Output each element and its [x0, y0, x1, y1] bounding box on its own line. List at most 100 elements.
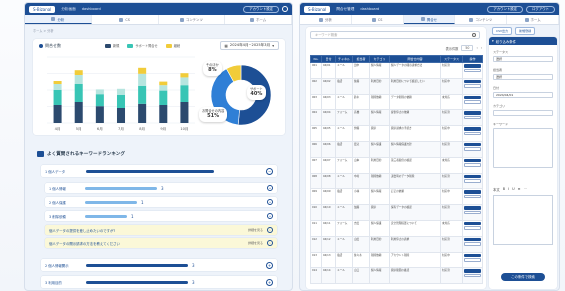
- bold-icon[interactable]: B: [503, 187, 505, 192]
- prev-page-icon[interactable]: ‹: [476, 46, 477, 50]
- edit-button[interactable]: 編集: [464, 273, 481, 278]
- column-header[interactable]: 担当者: [352, 55, 370, 63]
- detail-button[interactable]: 詳細: [464, 111, 481, 115]
- tab-inquiry[interactable]: 問合せ: [403, 15, 456, 24]
- top-nav-item[interactable]: dashboard: [360, 7, 379, 11]
- top-nav-item[interactable]: 分析画面: [61, 7, 75, 12]
- detail-button[interactable]: 詳細: [464, 269, 481, 273]
- logout-button[interactable]: ログアウト: [526, 5, 555, 13]
- edit-button[interactable]: 編集: [464, 210, 481, 215]
- table-row[interactable]: 00804/08メール中村削除依頼退会時のデータ削除対応済詳細編集: [310, 172, 483, 190]
- column-header[interactable]: チャネル: [335, 55, 353, 63]
- detail-button[interactable]: 詳細: [464, 253, 481, 258]
- table-row[interactable]: 01204/12メール山田利用目的利用停止の請求対応済詳細編集: [310, 235, 483, 253]
- edit-button[interactable]: 編集: [464, 163, 481, 167]
- table-row[interactable]: 01004/10メール加藤開示保有データの確認対応済詳細編集: [310, 204, 483, 221]
- tab-analysis[interactable]: 分析: [300, 15, 352, 24]
- edit-button[interactable]: 編集: [464, 68, 481, 72]
- keyword-field[interactable]: [493, 128, 553, 168]
- table-row[interactable]: 01404/14メール山口個人情報開示範囲の確認対応済詳細編集: [310, 267, 483, 285]
- edit-button[interactable]: 編集: [464, 147, 481, 151]
- edit-button[interactable]: 編集: [464, 226, 481, 230]
- page-size-select[interactable]: 50: [461, 45, 474, 51]
- table-row[interactable]: 00504/05メール伊藤開示開示請求の手続き対応中詳細編集: [310, 125, 483, 142]
- detail-button[interactable]: 詳細: [464, 237, 481, 242]
- tab-content[interactable]: コンテンツ: [159, 15, 226, 24]
- ranking-item[interactable]: 1 個人情報 3 +: [45, 183, 277, 193]
- app-logo[interactable]: S-Bizanal: [29, 5, 56, 13]
- status-select[interactable]: 選択: [493, 56, 553, 62]
- ranking-item[interactable]: 1 個人データ −: [41, 165, 277, 177]
- column-header[interactable]: 操作: [462, 55, 483, 63]
- detail-button[interactable]: 詳細: [464, 79, 481, 84]
- expand-icon[interactable]: +: [267, 199, 273, 205]
- detail-button[interactable]: 詳細: [464, 142, 481, 147]
- ranking-item[interactable]: 3 利用目的 3 +: [41, 276, 277, 288]
- breadcrumb[interactable]: ホーム > 分析: [33, 28, 54, 33]
- detail-link[interactable]: 詳細を見る: [248, 241, 263, 245]
- edit-button[interactable]: 編集: [464, 242, 481, 246]
- ranking-item[interactable]: 個人データの開示請求の方法を教えてください 詳細を見る ›: [45, 238, 277, 248]
- tab-analysis[interactable]: 分析: [25, 15, 92, 24]
- expand-icon[interactable]: +: [266, 278, 273, 286]
- table-row[interactable]: 00104/01メール田中個人情報個人データの開示請求方法対応済詳細編集: [310, 62, 483, 79]
- detail-button[interactable]: 詳細: [464, 190, 481, 194]
- edit-button[interactable]: 編集: [464, 115, 481, 120]
- period-selector[interactable]: ▦ 2024年4月~2025年3月 ▾: [219, 41, 279, 50]
- ranking-item[interactable]: 2 個人情報開示 3 +: [41, 259, 277, 271]
- category-field[interactable]: [493, 110, 553, 116]
- column-header[interactable]: ステータス: [440, 55, 463, 63]
- edit-button[interactable]: 編集: [464, 179, 481, 183]
- app-logo[interactable]: S-Bizanal: [304, 5, 331, 13]
- search-submit-button[interactable]: この条件で検索: [501, 273, 545, 281]
- table-row[interactable]: 00904/09電話小林個人情報訂正の依頼対応中詳細編集: [310, 188, 483, 206]
- edit-button[interactable]: 編集: [464, 100, 481, 104]
- csv-export-button[interactable]: CSV出力: [492, 27, 513, 35]
- detail-button[interactable]: 詳細: [464, 206, 481, 210]
- assignee-select[interactable]: 選択: [493, 74, 553, 80]
- date-field[interactable]: 2024/04/01: [493, 92, 553, 98]
- ranking-item[interactable]: 3 削除依頼 1 +: [45, 211, 277, 221]
- detail-button[interactable]: 詳細: [464, 127, 481, 131]
- edit-button[interactable]: 編集: [464, 194, 481, 199]
- expand-icon[interactable]: +: [267, 213, 273, 219]
- legend-item[interactable]: サポート問合せ: [127, 43, 158, 48]
- italic-icon[interactable]: I: [508, 187, 509, 192]
- table-row[interactable]: 01104/11フォーム吉田個人保護安全管理措置について未対応詳細編集: [310, 219, 483, 237]
- detail-button[interactable]: 詳細: [464, 64, 481, 68]
- align-icon[interactable]: ≡: [518, 187, 521, 192]
- search-input[interactable]: キーワード検索: [310, 31, 480, 39]
- tab-home[interactable]: ホーム: [507, 15, 559, 24]
- detail-link[interactable]: 詳細を見る: [248, 228, 263, 232]
- column-header[interactable]: No.: [310, 55, 322, 63]
- account-settings-button[interactable]: アカウント設定: [243, 5, 279, 13]
- table-row[interactable]: 00304/03メール鈴木削除依頼データ削除の依頼未対応詳細編集: [310, 93, 483, 111]
- detail-button[interactable]: 詳細: [464, 95, 481, 100]
- tab-cs[interactable]: CS: [352, 15, 404, 24]
- arrow-right-icon[interactable]: ›: [267, 227, 273, 233]
- detail-button[interactable]: 詳細: [464, 158, 481, 163]
- column-header[interactable]: カテゴリ: [369, 55, 390, 63]
- ranking-item[interactable]: 2 個人保護 1 +: [45, 197, 277, 207]
- table-row[interactable]: 00704/07フォーム山本利用目的第三者提供の確認未対応詳細編集: [310, 156, 483, 174]
- table-row[interactable]: 00204/02電話佐藤利用目的利用目的について確認したい対応中詳細編集: [310, 77, 483, 95]
- tab-content[interactable]: コンテンツ: [455, 15, 508, 24]
- edit-button[interactable]: 編集: [464, 84, 481, 88]
- column-header[interactable]: 問合せ内容: [389, 55, 441, 63]
- ranking-item[interactable]: 個人データの提供を差し止めたいのですが? 詳細を見る ›: [45, 225, 277, 235]
- user-icon[interactable]: [282, 6, 288, 12]
- tab-cs[interactable]: CS: [92, 15, 159, 24]
- detail-button[interactable]: 詳細: [464, 221, 481, 226]
- legend-item[interactable]: 新規: [105, 43, 119, 48]
- top-nav-item[interactable]: 問合せ管理: [336, 7, 354, 12]
- edit-button[interactable]: 編集: [464, 131, 481, 136]
- tab-home[interactable]: ホーム: [225, 15, 292, 24]
- new-entry-button[interactable]: 新規登録: [515, 27, 536, 35]
- collapse-icon[interactable]: −: [266, 167, 273, 175]
- edit-button[interactable]: 編集: [464, 258, 481, 262]
- legend-item[interactable]: 継続: [165, 43, 180, 48]
- column-header[interactable]: 日付: [321, 55, 336, 63]
- editor-textarea[interactable]: [493, 195, 553, 245]
- top-nav-item[interactable]: dashboard: [82, 7, 101, 11]
- table-row[interactable]: 00404/04フォーム高橋個人情報提供停止の依頼対応済詳細編集: [310, 109, 483, 127]
